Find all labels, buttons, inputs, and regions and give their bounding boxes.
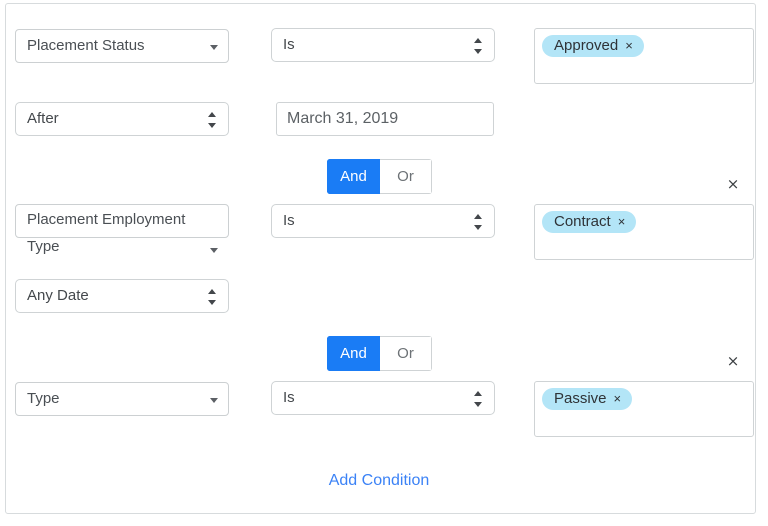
condition-builder-card: Placement Status Is Approved × After Marc… [5,3,756,514]
condition-operator-select-2[interactable]: Is [271,381,495,415]
condition-field-label-0: Placement Status [27,37,145,54]
condition-daterange-label-0: After [27,110,59,127]
condition-value-tagbox-2[interactable]: Passive × [534,381,754,437]
value-tag-1-0[interactable]: Contract × [542,211,637,233]
chevron-down-icon [210,248,218,253]
value-tag-2-0[interactable]: Passive × [542,388,633,410]
close-icon[interactable]: × [618,211,626,233]
value-tag-label-0-0: Approved [554,37,619,54]
chevron-down-icon [210,45,218,50]
condition-field-select-2[interactable]: Type [15,382,229,416]
select-spinner-icon [208,112,217,129]
select-spinner-icon [208,289,217,306]
condition-daterange-label-1: Any Date [27,287,89,304]
select-spinner-icon [474,38,483,55]
condition-operator-label-1: Is [283,212,295,229]
logic-toggle-1[interactable]: And Or [327,336,432,371]
logic-toggle-0[interactable]: And Or [327,159,432,194]
condition-date-input-0[interactable]: March 31, 2019 [276,102,494,136]
condition-field-label-1: Placement Employment Type [27,211,186,255]
condition-operator-select-1[interactable]: Is [271,204,495,238]
condition-date-value-0: March 31, 2019 [287,110,399,127]
condition-field-select-0[interactable]: Placement Status [15,29,229,63]
logic-toggle-and-0[interactable]: And [327,159,380,194]
condition-value-tagbox-0[interactable]: Approved × [534,28,754,84]
select-spinner-icon [474,391,483,408]
select-spinner-icon [474,214,483,231]
close-icon[interactable]: × [614,388,622,410]
logic-toggle-or-0[interactable]: Or [380,159,432,194]
remove-condition-button-2[interactable]: × [722,350,744,372]
value-tag-label-1-0: Contract [554,213,611,230]
add-condition-link[interactable]: Add Condition [299,471,459,491]
remove-condition-button-1[interactable]: × [722,173,744,195]
chevron-down-icon [210,398,218,403]
condition-field-label-2: Type [27,390,60,407]
condition-value-tagbox-1[interactable]: Contract × [534,204,754,260]
condition-operator-select-0[interactable]: Is [271,28,495,62]
logic-toggle-and-1[interactable]: And [327,336,380,371]
close-icon[interactable]: × [625,35,633,57]
logic-toggle-or-1[interactable]: Or [380,336,432,371]
value-tag-0-0[interactable]: Approved × [542,35,644,57]
condition-daterange-select-1[interactable]: Any Date [15,279,229,313]
condition-daterange-select-0[interactable]: After [15,102,229,136]
condition-field-select-1[interactable]: Placement Employment Type [15,204,229,255]
condition-operator-label-2: Is [283,389,295,406]
value-tag-label-2-0: Passive [554,390,607,407]
condition-operator-label-0: Is [283,36,295,53]
